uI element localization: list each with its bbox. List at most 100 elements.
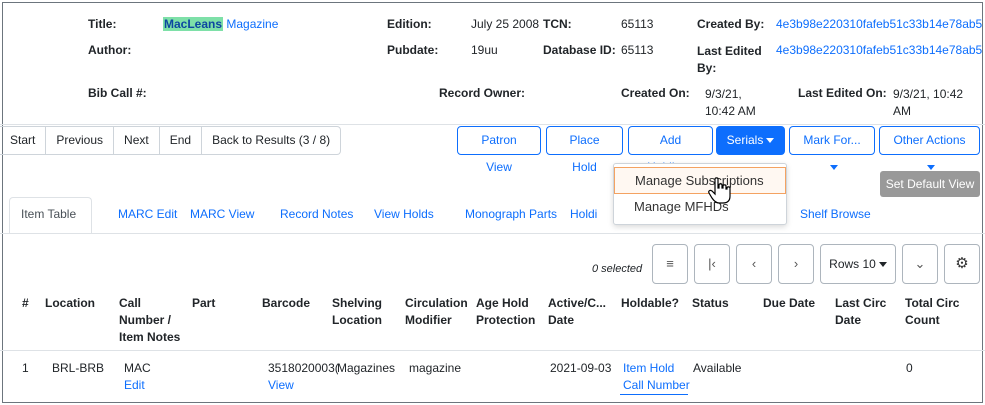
pubdate-value: 19uu [471, 43, 498, 57]
column-header-shelving-location[interactable]: Shelving Location [332, 295, 392, 329]
serials-dropdown-menu: Manage Subscriptions Manage MFHDs [613, 163, 787, 225]
pubdate-label: Pubdate: [387, 43, 439, 57]
database-id-value: 65113 [621, 43, 654, 57]
edition-label: Edition: [387, 17, 432, 31]
cell-call-number: MAC [124, 361, 151, 375]
tab-item-table[interactable]: Item Table [21, 207, 76, 221]
patron-view-button[interactable]: Patron View [457, 126, 541, 174]
first-page-button[interactable]: |‹ [694, 244, 730, 284]
add-holdings-button[interactable]: Add Holdings [628, 126, 713, 174]
column-header-due-date[interactable]: Due Date [763, 295, 815, 312]
created-by-label: Created By: [697, 17, 765, 31]
caret-down-icon [829, 165, 838, 171]
column-header-last-circ-date[interactable]: Last Circ Date [835, 295, 895, 329]
cell-shelving-location: Magazines [337, 361, 396, 375]
title-search-highlight[interactable]: MacLeans [163, 17, 224, 31]
record-owner-label: Record Owner: [439, 86, 526, 100]
actions-menu-button[interactable]: ≡ [652, 244, 688, 284]
previous-button[interactable]: Previous [45, 127, 113, 154]
link-underline [620, 394, 688, 395]
serials-label: Serials [726, 133, 764, 147]
set-default-view-button[interactable]: Set Default View [880, 171, 980, 197]
tab-shelf-browse[interactable]: Shelf Browse [800, 207, 871, 221]
rows-per-page-select[interactable]: Rows 10 [820, 244, 896, 284]
next-button[interactable]: Next [113, 127, 159, 154]
mark-for-label: Mark For... [803, 133, 861, 147]
tab-record-notes[interactable]: Record Notes [280, 207, 353, 221]
last-edited-on-label: Last Edited On: [798, 86, 887, 100]
caret-down-icon [927, 165, 935, 171]
tab-marc-edit[interactable]: MARC Edit [118, 207, 177, 221]
column-header-part[interactable]: Part [192, 295, 215, 312]
back-to-results-button[interactable]: Back to Results (3 / 8) [201, 127, 340, 154]
barcode-view-link[interactable]: View [268, 377, 294, 394]
column-header-status[interactable]: Status [692, 295, 729, 312]
edition-value: July 25 2008 [471, 17, 540, 31]
tabs-divider [0, 233, 985, 234]
last-edited-by-link[interactable]: 4e3b98e220310fafeb51c33b14e78ab5 [776, 43, 982, 57]
menu-item-manage-mfhds[interactable]: Manage MFHDs [614, 197, 786, 217]
column-header-active-date[interactable]: Active/C... Date [548, 295, 620, 329]
call-number-edit-link[interactable]: Edit [124, 377, 145, 394]
created-by-link[interactable]: 4e3b98e220310fafeb51c33b14e78ab5 [776, 17, 982, 31]
tab-holdings[interactable]: Holdi [570, 207, 597, 221]
cell-active-date: 2021-09-03 [550, 361, 612, 375]
last-edited-on-value: 9/3/21, 10:42 AM [893, 87, 964, 118]
rows-per-page-value: Rows 10 [829, 257, 876, 271]
chevron-down-icon: ⌄ [914, 256, 926, 271]
end-button[interactable]: End [158, 127, 201, 154]
cell-row-number: 1 [22, 361, 29, 375]
item-hold-link[interactable]: Item Hold [623, 360, 674, 377]
record-nav-group: Start Previous Next End Back to Results … [0, 126, 342, 155]
previous-page-button[interactable]: ‹ [736, 244, 772, 284]
call-number-hold-link[interactable]: Call Number [623, 377, 690, 394]
caret-down-icon [766, 138, 775, 144]
bib-call-label: Bib Call #: [88, 86, 147, 100]
grid-settings-button[interactable]: ⚙ [944, 244, 980, 284]
created-on-label: Created On: [621, 86, 690, 100]
column-header-circulation-modifier[interactable]: Circulation Modifier [405, 295, 475, 329]
created-on-value: 9/3/21, 10:42 AM [705, 87, 756, 118]
menu-item-manage-subscriptions[interactable]: Manage Subscriptions [614, 167, 786, 194]
mark-for-dropdown-button[interactable]: Mark For... [789, 126, 875, 171]
next-page-button[interactable]: › [778, 244, 814, 284]
chevron-right-icon: › [793, 256, 799, 271]
last-edited-by-label: Last Edited By: [697, 44, 762, 75]
place-hold-button[interactable]: Place Hold [546, 126, 623, 174]
tab-monograph-parts[interactable]: Monograph Parts [465, 207, 557, 221]
cell-circulation-modifier: magazine [409, 361, 462, 375]
cell-barcode: 3518020003( [268, 361, 338, 375]
tcn-value: 65113 [621, 17, 654, 31]
title-link[interactable]: MacLeans Magazine [163, 17, 278, 31]
other-actions-dropdown-button[interactable]: Other Actions [879, 126, 980, 171]
column-header-total-circ-count[interactable]: Total Circ Count [905, 295, 975, 329]
title-label: Title: [88, 17, 117, 31]
column-header-age-hold-protection[interactable]: Age Hold Protection [476, 295, 546, 329]
cell-location: BRL-BRB [52, 361, 105, 375]
column-header-location[interactable]: Location [45, 295, 95, 312]
first-page-icon: |‹ [708, 256, 716, 271]
column-header-call-number[interactable]: Call Number / Item Notes [119, 295, 187, 346]
column-header-holdable[interactable]: Holdable? [621, 295, 679, 312]
column-picker-button[interactable]: ⌄ [902, 244, 938, 284]
serials-dropdown-button[interactable]: Serials [716, 126, 785, 155]
tab-view-holds[interactable]: View Holds [374, 207, 434, 221]
chevron-left-icon: ‹ [751, 256, 757, 271]
grid-header-divider [0, 350, 985, 351]
start-button[interactable]: Start [0, 127, 45, 154]
column-header-number[interactable]: # [22, 295, 29, 312]
database-id-label: Database ID: [543, 43, 616, 57]
tab-marc-view[interactable]: MARC View [190, 207, 254, 221]
other-actions-label: Other Actions [893, 133, 966, 147]
hand-cursor-icon [708, 177, 731, 204]
title-rest[interactable]: Magazine [226, 17, 278, 31]
column-header-barcode[interactable]: Barcode [262, 295, 310, 312]
caret-down-icon [878, 262, 887, 268]
cell-status: Available [693, 361, 742, 375]
selected-count: 0 selected [592, 263, 643, 275]
divider [0, 124, 985, 125]
author-label: Author: [88, 43, 132, 57]
gear-icon: ⚙ [955, 255, 969, 272]
cell-total-circ-count: 0 [906, 361, 913, 375]
tcn-label: TCN: [543, 17, 572, 31]
